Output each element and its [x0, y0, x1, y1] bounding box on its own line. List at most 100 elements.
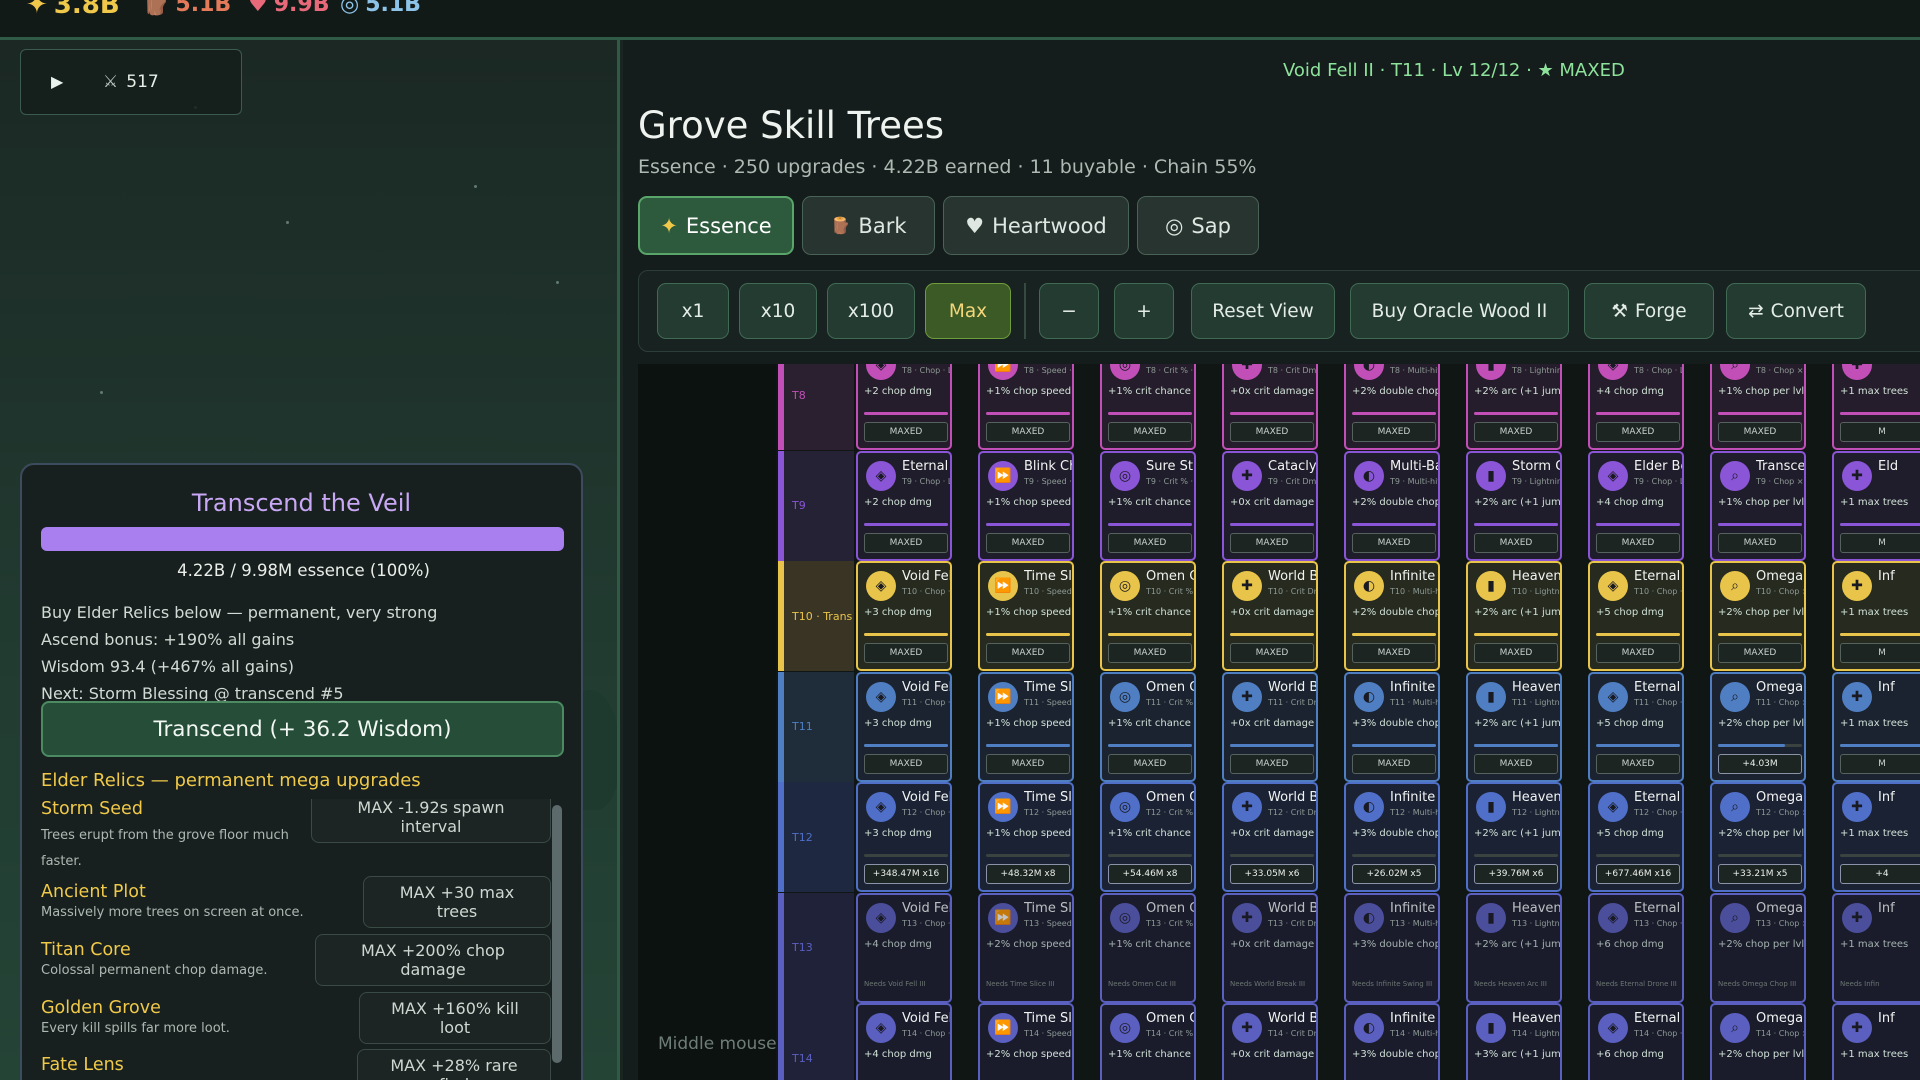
buy-x10-button[interactable]: x10 — [739, 283, 817, 339]
skill-node[interactable]: ◈ Eternal Dr... T13 · Chop · Lv 0 +6 chop d… — [1588, 892, 1684, 1003]
skill-buy-button[interactable]: MAXED — [1474, 643, 1558, 663]
elder-relics-list[interactable]: Storm Seed Trees erupt from the grove fl… — [22, 799, 552, 1080]
skill-node[interactable]: ◎ Omen Cut II T11 · Crit % · Lv 8 +1% crit … — [1100, 671, 1196, 782]
skill-node[interactable]: ⌕ Omega Ch... T12 · Chop × · Lv 0 +2% chop … — [1710, 782, 1806, 892]
skill-node[interactable]: ◐ Infinite Swing T12 · Multi-hit · Lv +3% d… — [1344, 782, 1440, 892]
skill-node[interactable]: ◈ Eternal Bite T9 · Chop · Lv 12 +2 chop dm… — [856, 450, 952, 561]
skill-buy-button[interactable]: MAXED — [1230, 422, 1314, 442]
skill-node[interactable]: ◈ Eternal Dr... T10 · Chop · Lv 12 +5 chop … — [1588, 561, 1684, 671]
skill-buy-button[interactable]: MAXED — [864, 643, 948, 663]
skill-node[interactable]: ◎ Omen Cut ... T13 · Crit % · Lv +1% crit c… — [1100, 892, 1196, 1003]
skill-node[interactable]: ⏩ Time Slice ... T13 · Speed · Lv 0 +2% cho… — [978, 892, 1074, 1003]
skill-node[interactable]: ✚ Eld +1 max trees M — [1832, 450, 1920, 561]
skill-buy-button[interactable]: MAXED — [1108, 753, 1192, 774]
skill-node[interactable]: ◈ Elder Bot T9 · Chop · Lv 12 +4 chop dmg MA… — [1588, 450, 1684, 561]
buy-max-button[interactable]: Max — [925, 283, 1011, 339]
skill-node[interactable]: ◈ Void Fell T10 · Chop · Lv 12 +3 chop dmg M… — [856, 561, 952, 671]
skill-node[interactable]: ✚ Inf +1 max trees +4 — [1832, 782, 1920, 892]
skill-buy-button[interactable]: MAXED — [1230, 643, 1314, 663]
skill-buy-button[interactable]: MAXED — [1718, 532, 1802, 553]
skill-buy-button[interactable]: MAXED — [1474, 422, 1558, 442]
skill-buy-button[interactable]: MAXED — [1596, 753, 1680, 774]
relic-scrollbar[interactable] — [552, 805, 562, 1063]
skill-node[interactable]: ⌕ Omega Ch... T11 · Chop × · Lv +2% chop pe… — [1710, 671, 1806, 782]
skill-node[interactable]: ▮ Heaven Arc V T14 · Lightning · Lv +3% arc… — [1466, 1003, 1562, 1080]
tab-bark[interactable]: 🪵 Bark — [802, 196, 935, 255]
reset-view-button[interactable]: Reset View — [1191, 283, 1335, 339]
skill-node[interactable]: ▮ Heaven Arc I T13 · Lightning · Lv +2% arc… — [1466, 892, 1562, 1003]
buy-oracle-wood-button[interactable]: Buy Oracle Wood II — [1350, 283, 1569, 339]
skill-buy-button[interactable]: M — [1840, 422, 1920, 442]
relic-buy-button[interactable]: MAX +30 max trees — [363, 876, 551, 928]
zoom-out-button[interactable]: − — [1039, 283, 1099, 339]
skill-node[interactable]: ◈ T8 · Chop · Lv 12 +2 chop dmg MAXED — [856, 364, 952, 450]
relic-buy-button[interactable]: MAX +28% rare find — [357, 1049, 551, 1080]
skill-buy-button[interactable]: +48.32M x8 — [986, 864, 1070, 884]
skill-buy-button[interactable]: MAXED — [986, 753, 1070, 774]
skill-node[interactable]: ◈ T8 · Chop · Lv 12 +4 chop dmg MAXED — [1588, 364, 1684, 450]
tab-sap[interactable]: ◎ Sap — [1137, 196, 1259, 255]
skill-buy-button[interactable]: M — [1840, 753, 1920, 774]
zoom-in-button[interactable]: + — [1114, 283, 1174, 339]
skill-node[interactable]: ⏩ Time Slice III T12 · Speed · Lv 0 +1% cho… — [978, 782, 1074, 892]
skill-buy-button[interactable]: +4.03M — [1718, 753, 1802, 774]
skill-node[interactable]: ◈ Void Fell II T11 · Chop · Lv 12 +3 chop d… — [856, 671, 952, 782]
convert-button[interactable]: ⇄ Convert — [1726, 283, 1866, 339]
skill-node[interactable]: ✚ World Break T12 · Crit Dmg · Lv +0x crit … — [1222, 782, 1318, 892]
skill-buy-button[interactable]: MAXED — [864, 532, 948, 553]
skill-buy-button[interactable]: MAXED — [1230, 532, 1314, 553]
skill-node[interactable]: ✚ World Break T13 · Crit Dmg · Lv +0x crit … — [1222, 892, 1318, 1003]
relic-buy-button[interactable]: MAX -1.92s spawn interval — [311, 799, 551, 843]
skill-buy-button[interactable]: +54.46M x8 — [1108, 864, 1192, 884]
skill-buy-button[interactable]: MAXED — [986, 643, 1070, 663]
skill-node[interactable]: ⏩ Time Slice II T11 · Speed · Lv 8 +1% chop… — [978, 671, 1074, 782]
skill-node[interactable]: ⏩ Time Slice V T14 · Speed · Lv 0 +2% chop … — [978, 1003, 1074, 1080]
skill-buy-button[interactable]: +348.47M x16 — [864, 864, 948, 884]
skill-buy-button[interactable]: MAXED — [986, 422, 1070, 442]
skill-node[interactable]: ✚ +1 max trees M — [1832, 364, 1920, 450]
skill-node[interactable]: ◎ Omen Cut V T14 · Crit % · Lv 0 +1% crit c… — [1100, 1003, 1196, 1080]
skill-node[interactable]: ✚ Inf +1 max trees — [1832, 1003, 1920, 1080]
skill-node[interactable]: ◈ Eternal Dr... T12 · Chop · Lv 0 +5 chop d… — [1588, 782, 1684, 892]
forge-button[interactable]: ⚒ Forge — [1584, 283, 1714, 339]
buy-x1-button[interactable]: x1 — [657, 283, 729, 339]
buy-x100-button[interactable]: x100 — [827, 283, 915, 339]
skill-buy-button[interactable]: +4 — [1840, 864, 1920, 884]
skill-buy-button[interactable]: MAXED — [1596, 422, 1680, 442]
skill-node[interactable]: ◐ Multi-Bark T9 · Multi-hit · Lv +2% double… — [1344, 450, 1440, 561]
relic-buy-button[interactable]: MAX +200% chop damage — [315, 934, 551, 986]
tab-essence[interactable]: ✦ Essence — [638, 196, 794, 255]
skill-buy-button[interactable]: MAXED — [1108, 532, 1192, 553]
skill-node[interactable]: ◐ T8 · Multi-hit · Lv +2% double chop MAXED — [1344, 364, 1440, 450]
skill-buy-button[interactable]: MAXED — [1352, 532, 1436, 553]
skill-node[interactable]: ◐ Infinite Swing T14 · Multi-hit · Lv +3% d… — [1344, 1003, 1440, 1080]
skill-buy-button[interactable]: MAXED — [864, 753, 948, 774]
skill-buy-button[interactable]: MAXED — [1718, 643, 1802, 663]
skill-buy-button[interactable]: +39.76M x6 — [1474, 864, 1558, 884]
skill-buy-button[interactable]: MAXED — [1230, 753, 1314, 774]
skill-buy-button[interactable]: MAXED — [1352, 753, 1436, 774]
tab-heartwood[interactable]: ♥ Heartwood — [943, 196, 1129, 255]
skill-node[interactable]: ◈ Eternal Dr... T11 · Chop · Lv 12 +5 chop … — [1588, 671, 1684, 782]
skill-node[interactable]: ◈ Eternal Dr... T14 · Chop · Lv 0 +6 chop d… — [1588, 1003, 1684, 1080]
skill-node[interactable]: ▮ Heaven Arc T10 · Lightning · Lv +2% arc (… — [1466, 561, 1562, 671]
skill-node[interactable]: ✚ Inf +1 max trees M — [1832, 671, 1920, 782]
skill-node[interactable]: ▮ T8 · Lightning · Lv +2% arc (+1 jump) MAX… — [1466, 364, 1562, 450]
skill-node[interactable]: ⌕ Omega Chop T10 · Chop × · Lv 5 +2% chop p… — [1710, 561, 1806, 671]
skill-node[interactable]: ▮ Heaven Arc III T12 · Lightning · Lv +2% a… — [1466, 782, 1562, 892]
skill-node[interactable]: ⌕ T8 · Chop × · Lv 5 +1% chop per lvl MAXED — [1710, 364, 1806, 450]
relic-buy-button[interactable]: MAX +160% kill loot — [359, 992, 551, 1044]
skill-node[interactable]: ◈ Void Fell IV T13 · Chop · Lv 0 +4 chop dm… — [856, 892, 952, 1003]
skill-node[interactable]: ✚ World Break T14 · Crit Dmg · Lv +0x crit … — [1222, 1003, 1318, 1080]
skill-buy-button[interactable]: MAXED — [1474, 753, 1558, 774]
skill-node[interactable]: ✚ World Break T10 · Crit Dmg · Lv +0x crit … — [1222, 561, 1318, 671]
skill-buy-button[interactable]: M — [1840, 532, 1920, 553]
skill-buy-button[interactable]: +33.05M x6 — [1230, 864, 1314, 884]
skill-buy-button[interactable]: MAXED — [986, 532, 1070, 553]
skill-buy-button[interactable]: MAXED — [1596, 643, 1680, 663]
skill-node[interactable]: ⏩ Blink Chop T9 · Speed · Lv 8 +1% chop spe… — [978, 450, 1074, 561]
play-icon[interactable]: ▶ — [51, 72, 63, 91]
skill-node[interactable]: ◈ Void Fell III T12 · Chop · Lv 0 +3 chop d… — [856, 782, 952, 892]
skill-buy-button[interactable]: M — [1840, 643, 1920, 663]
skill-buy-button[interactable]: MAXED — [1108, 422, 1192, 442]
